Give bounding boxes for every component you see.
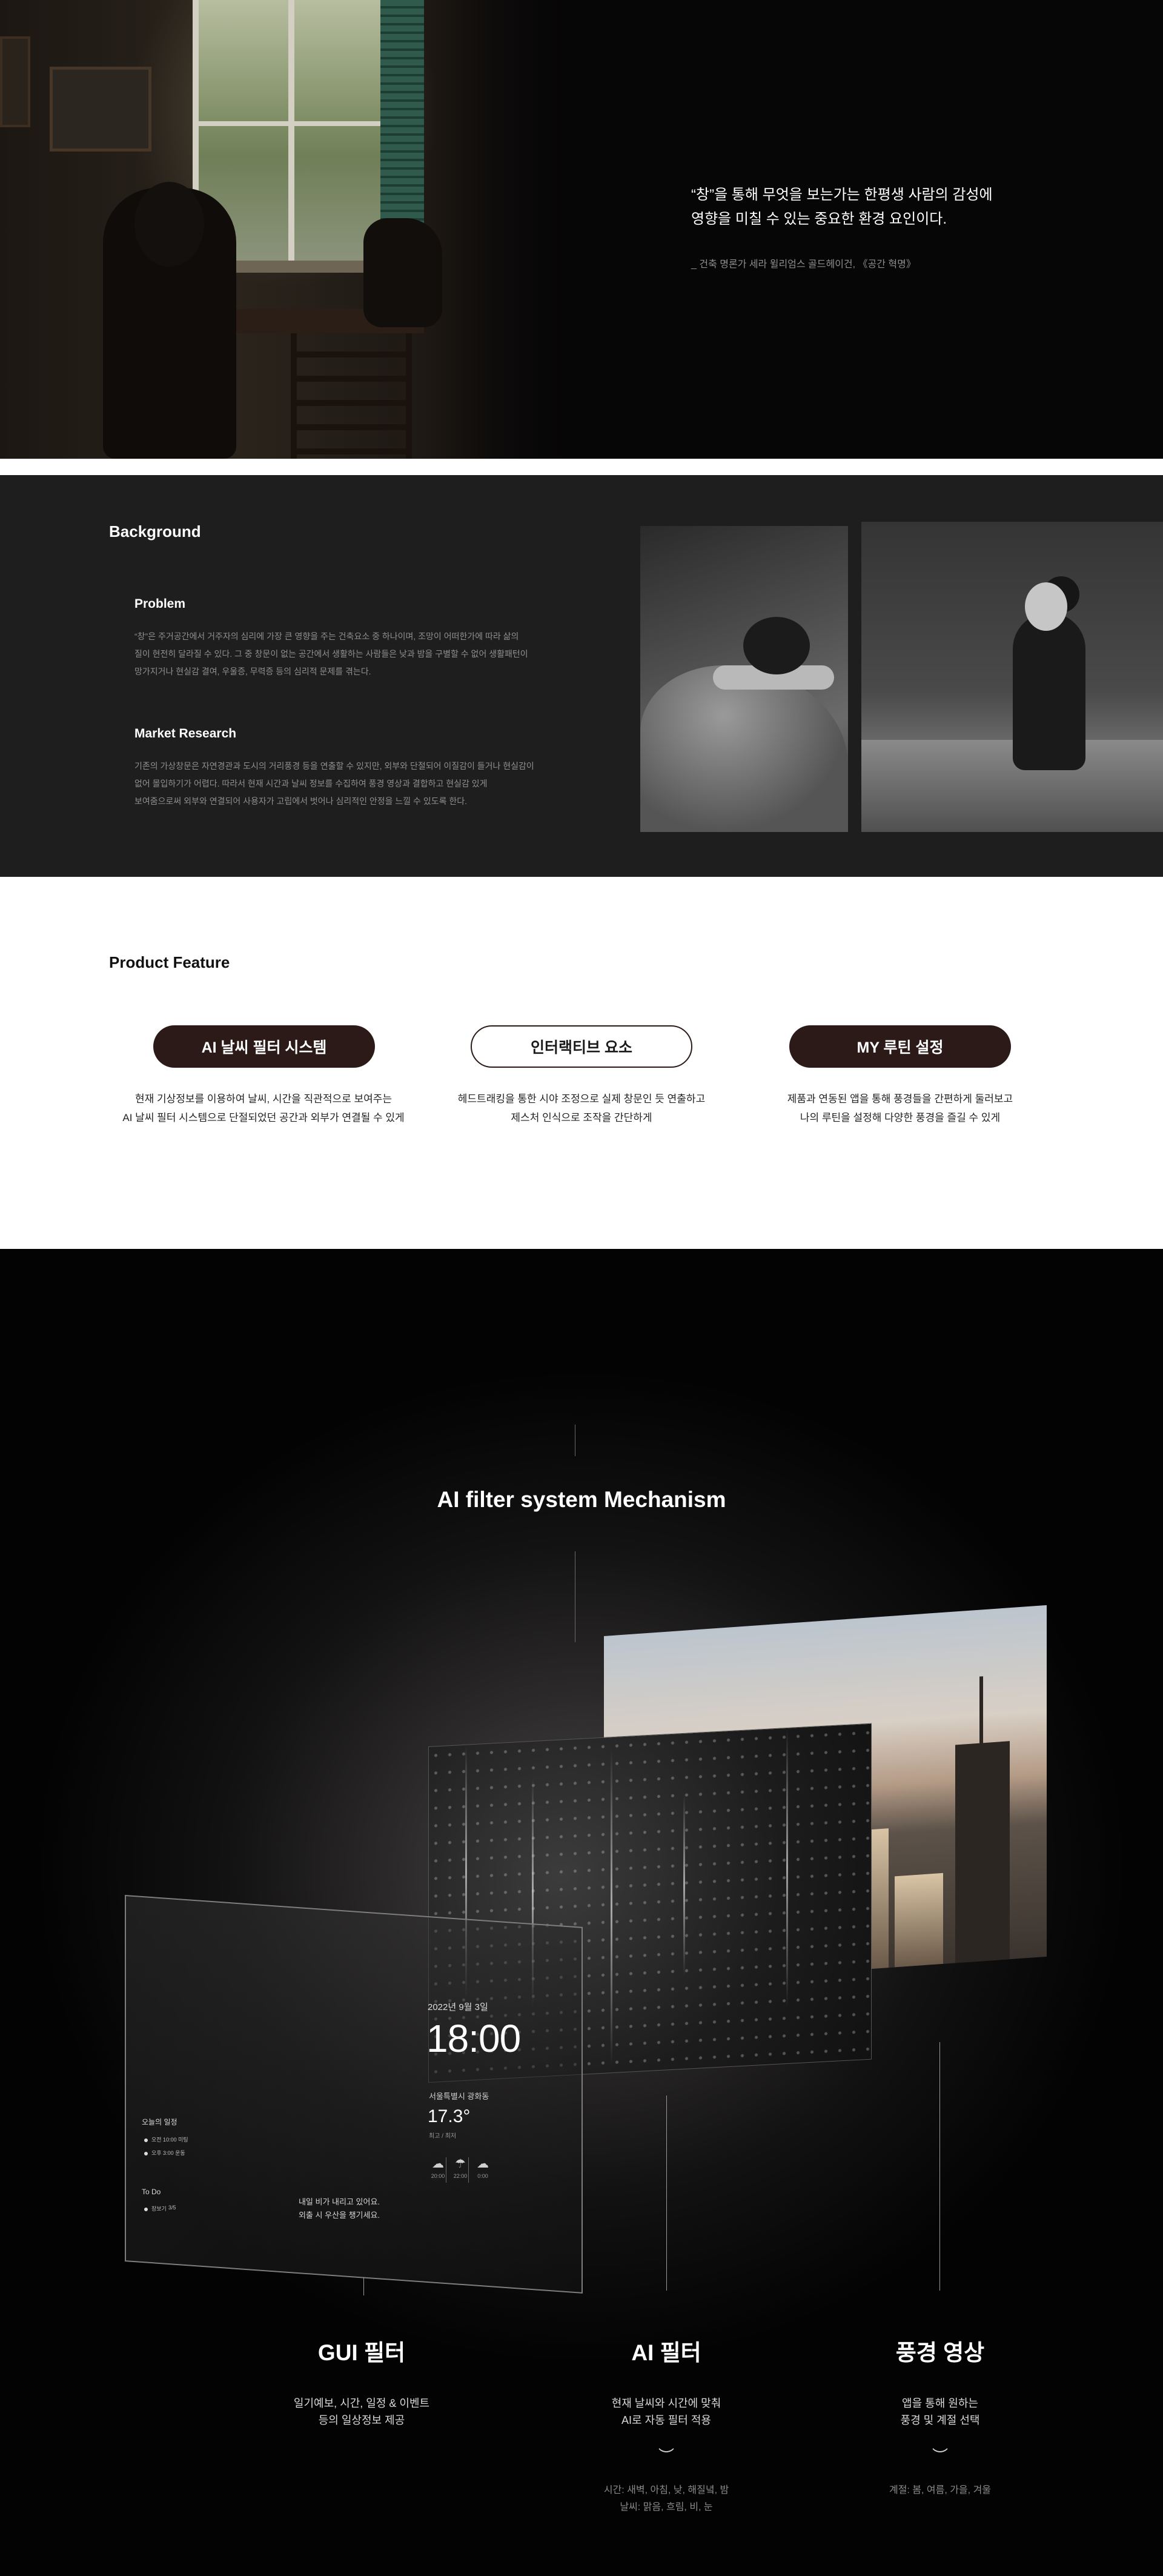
gui-forecast-item: ☂ 22:00 bbox=[448, 2157, 472, 2179]
gui-date: 2022년 9월 3일 bbox=[428, 2002, 488, 2012]
gui-todo-item: 장보기 bbox=[144, 2205, 167, 2212]
gui-forecast-item: ☁ 20:00 bbox=[426, 2157, 450, 2179]
gui-temperature: 17.3° bbox=[428, 2106, 471, 2126]
gui-temperature-range: 최고 / 최저 bbox=[429, 2133, 457, 2140]
hero-section: “창”을 통해 무엇을 보는가는 한평생 사람의 감성에 영향을 미칠 수 있는… bbox=[0, 0, 1163, 459]
sleeping-woman-photo bbox=[640, 526, 848, 832]
hero-quote-source: _ 건축 명론가 세라 윌리엄스 골드헤이건, 《공간 혁명》 bbox=[691, 259, 916, 270]
chevron-down-icon: ︶ bbox=[658, 2447, 674, 2465]
gui-todo-count: 3/5 bbox=[168, 2205, 176, 2211]
ai-filter-heading: AI 필터 bbox=[631, 2340, 701, 2365]
market-research-text: 기존의 가상창문은 자연경관과 도시의 거리풍경 등을 연출할 수 있지만, 외… bbox=[134, 761, 534, 806]
gui-location: 서울특별시 광화동 bbox=[429, 2092, 489, 2101]
feature-desc-interactive: 헤드트래킹을 통한 시야 조정으로 실제 창문인 듯 연출하고 제스처 인식으로… bbox=[457, 1093, 706, 1123]
gui-schedule-item: 오후 3:00 운동 bbox=[144, 2149, 185, 2157]
feature-pill-ai-weather-filter: AI 날씨 필터 시스템 bbox=[153, 1025, 375, 1068]
rain-icon: ☂ bbox=[455, 2157, 466, 2171]
gui-time: 18:00 bbox=[426, 2017, 521, 2060]
market-research-title: Market Research bbox=[134, 727, 237, 741]
product-feature-title: Product Feature bbox=[109, 953, 230, 971]
hero-quote: “창”을 통해 무엇을 보는가는 한평생 사람의 감성에 영향을 미칠 수 있는… bbox=[691, 187, 993, 227]
connector-line bbox=[363, 2277, 364, 2295]
gui-filter-desc: 일기예보, 시간, 일정 & 이벤트 등의 일상정보 제공 bbox=[293, 2397, 430, 2426]
gui-filter-heading: GUI 필터 bbox=[317, 2340, 406, 2365]
ai-filter-desc: 현재 날씨와 시간에 맞춰 AI로 자동 필터 적용 bbox=[611, 2397, 721, 2426]
connector-line bbox=[666, 2095, 667, 2291]
mechanism-title: AI filter system Mechanism bbox=[437, 1487, 726, 1512]
background-title: Background bbox=[109, 522, 201, 541]
gui-filter-layer bbox=[125, 1895, 583, 2294]
ai-filter-notes: 시간: 새벽, 아침, 낮, 해질녘, 밤 날씨: 맑음, 흐림, 비, 눈 bbox=[603, 2485, 729, 2512]
problem-text: “창”은 주거공간에서 거주자의 심리에 가장 큰 영향을 주는 건축요소 중 … bbox=[134, 631, 528, 676]
cloud-icon: ☁ bbox=[477, 2157, 489, 2171]
chevron-down-icon: ︶ bbox=[932, 2447, 948, 2465]
connector-line bbox=[939, 2042, 940, 2291]
gui-todo-title: To Do bbox=[142, 2188, 161, 2196]
sitting-woman-photo bbox=[861, 522, 1163, 832]
feature-pill-interactive: 인터랙티브 요소 bbox=[471, 1025, 692, 1068]
cloud-icon: ☁ bbox=[432, 2157, 444, 2171]
gui-notice: 내일 비가 내리고 있어요. 외출 시 우산을 챙기세요. bbox=[298, 2197, 380, 2220]
landscape-video-desc: 앱을 통해 원하는 풍경 및 계절 선택 bbox=[900, 2397, 980, 2426]
gui-schedule-item: 오전 10:00 미팅 bbox=[144, 2135, 188, 2143]
feature-pill-my-routine: MY 루틴 설정 bbox=[789, 1025, 1011, 1068]
feature-desc-my-routine: 제품과 연동된 앱을 통해 풍경들을 간편하게 둘러보고 나의 루틴을 설정해 … bbox=[787, 1093, 1013, 1123]
problem-title: Problem bbox=[134, 597, 186, 611]
gui-forecast-item: ☁ 0:00 bbox=[471, 2157, 495, 2179]
landscape-video-notes: 계절: 봄, 여름, 가을, 겨울 bbox=[889, 2485, 992, 2495]
gui-schedule-title: 오늘의 일정 bbox=[142, 2118, 177, 2126]
landscape-video-heading: 풍경 영상 bbox=[895, 2340, 985, 2365]
hero-photo bbox=[0, 0, 582, 459]
feature-desc-ai-weather-filter: 현재 기상정보를 이용하여 날씨, 시간을 직관적으로 보여주는 AI 날씨 필… bbox=[122, 1093, 405, 1123]
